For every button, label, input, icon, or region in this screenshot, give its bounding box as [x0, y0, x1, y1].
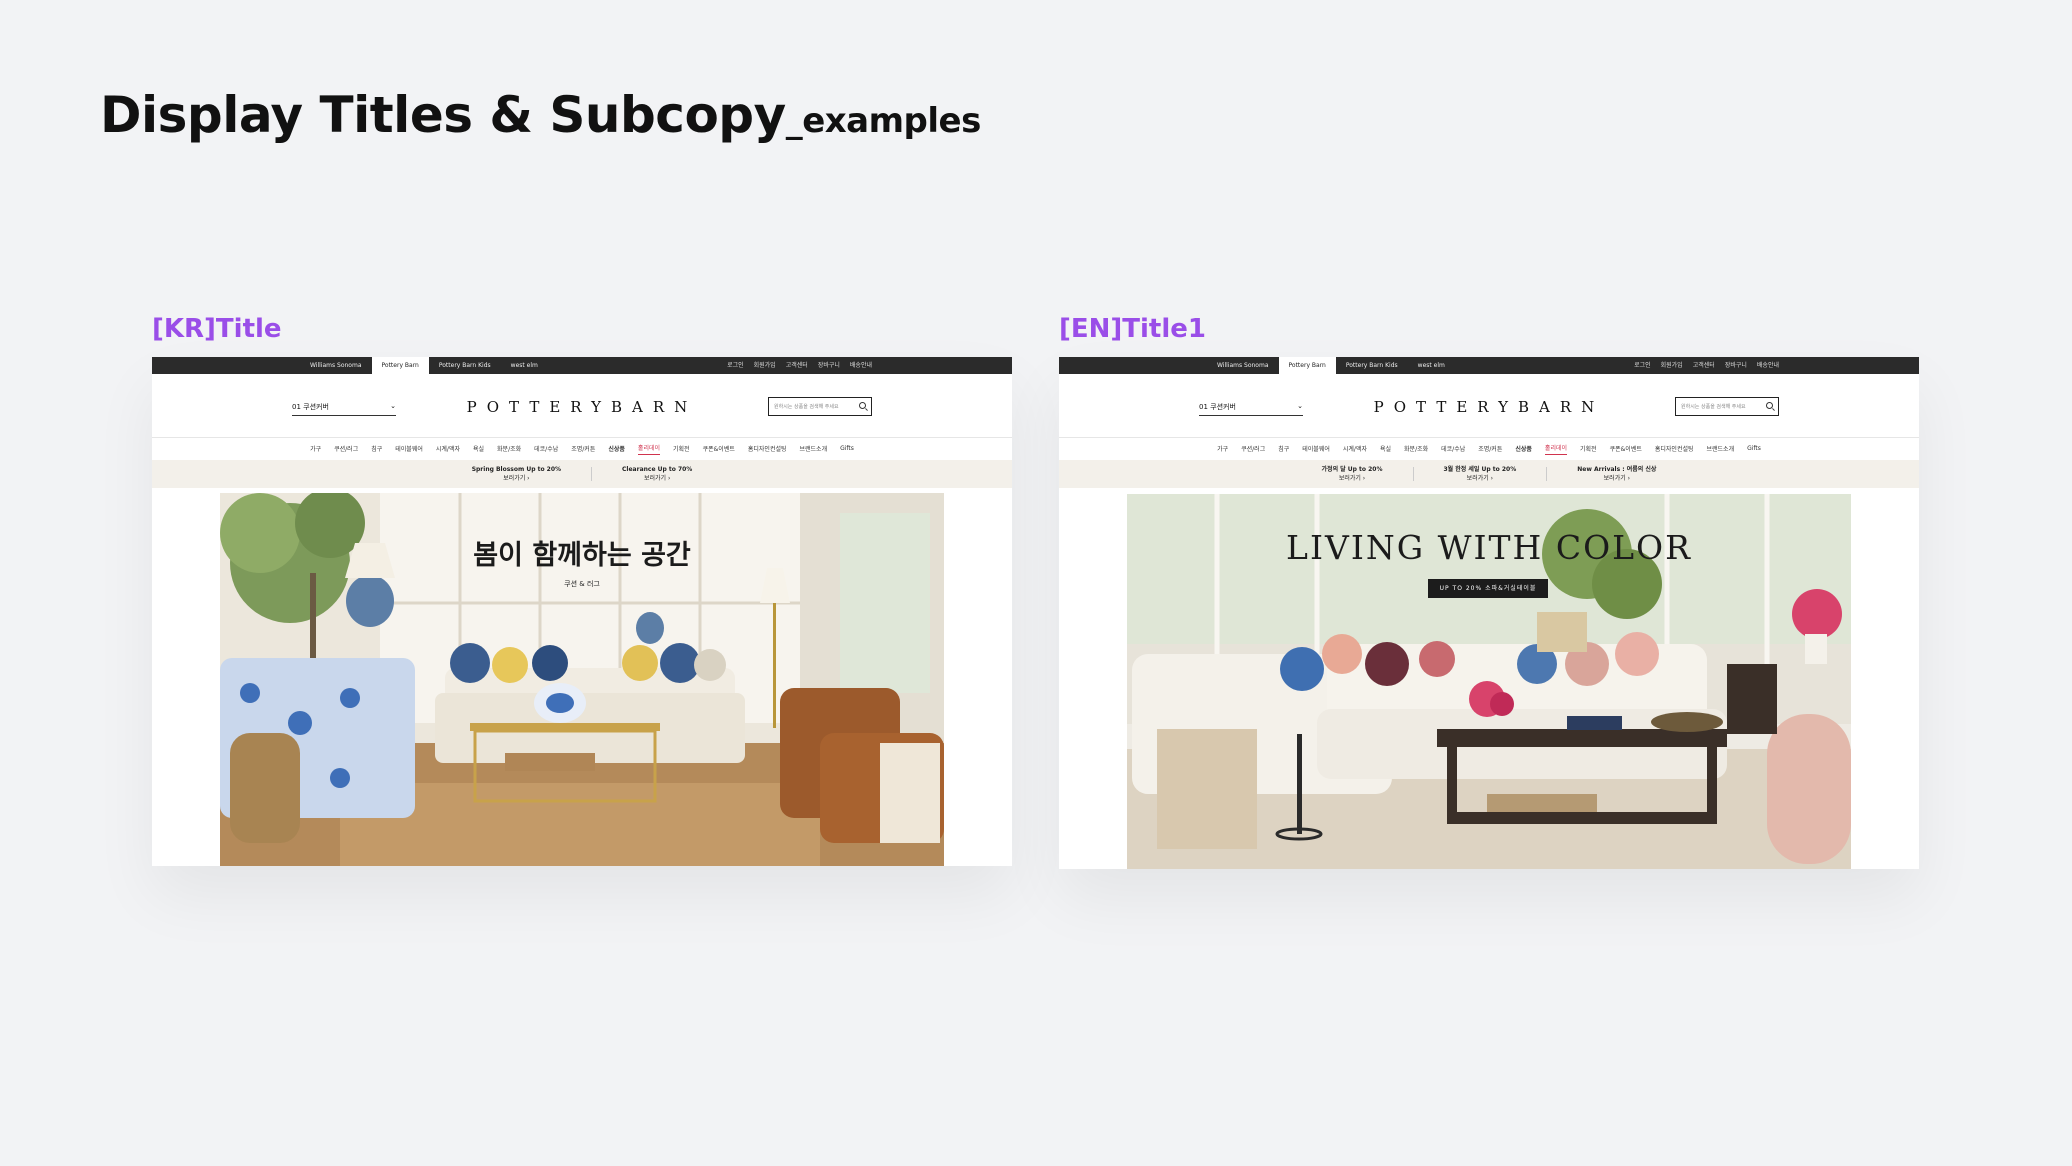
website-mockup-en: Williams Sonoma Pottery Barn Pottery Bar…	[1059, 357, 1919, 869]
nav-item[interactable]: 신상품	[608, 444, 625, 455]
nav-item-active[interactable]: 홀리데이	[1544, 443, 1568, 455]
nav-item[interactable]: 데코/수납	[534, 444, 558, 455]
nav-item[interactable]: 욕실	[473, 444, 484, 455]
hero-title: 봄이 함께하는 공간	[473, 540, 691, 571]
nav-item[interactable]: 기획전	[673, 444, 690, 455]
nav-item[interactable]: 화분/조화	[1404, 444, 1428, 455]
hero-banner[interactable]: 봄이 함께하는 공간 쿠션 & 러그	[220, 493, 944, 866]
main-nav: 가구 쿠션/러그 침구 테이블웨어 시계/액자 욕실 화분/조화 데코/수납 조…	[152, 438, 1012, 460]
nav-item[interactable]: 시계/액자	[1343, 444, 1367, 455]
nav-item[interactable]: 기획전	[1580, 444, 1597, 455]
promo-title: Clearance Up to 70%	[622, 466, 693, 473]
promo-link[interactable]: 보러가기 ›	[1467, 475, 1493, 482]
shipping-info-link[interactable]: 배송안내	[850, 357, 872, 374]
brand-tab-pottery-barn[interactable]: Pottery Barn	[1278, 357, 1336, 374]
brand-tab-pottery-barn[interactable]: Pottery Barn	[371, 357, 429, 374]
search-icon[interactable]	[859, 402, 866, 409]
cart-link[interactable]: 장바구니	[818, 357, 840, 374]
search-input[interactable]: 원하시는 상품을 검색해 주세요	[768, 397, 872, 416]
promo-item[interactable]: New Arrivals : 여름의 신상보러가기 ›	[1577, 465, 1656, 483]
promo-divider	[591, 467, 593, 481]
brand-tab-williams-sonoma[interactable]: Williams Sonoma	[300, 357, 372, 374]
nav-item[interactable]: 쿠션/러그	[1241, 444, 1265, 455]
customer-center-link[interactable]: 고객센터	[1693, 357, 1715, 374]
brand-tab-west-elm[interactable]: west elm	[501, 357, 548, 374]
nav-item[interactable]: 시계/액자	[436, 444, 460, 455]
promo-title: 3월 한정 세일 Up to 20%	[1443, 466, 1517, 473]
nav-item[interactable]: 브랜드소개	[1707, 444, 1735, 455]
promo-divider	[1546, 467, 1548, 481]
nav-item[interactable]: 테이블웨어	[395, 444, 423, 455]
website-mockup-kr: Williams Sonoma Pottery Barn Pottery Bar…	[152, 357, 1012, 866]
promo-item[interactable]: 가정의 달 Up to 20% 보러가기 ›	[1322, 465, 1383, 483]
brand-topbar: Williams Sonoma Pottery Barn Pottery Bar…	[152, 357, 1012, 374]
promo-item[interactable]: Clearance Up to 70% 보러가기 ›	[622, 465, 692, 483]
nav-item[interactable]: 테이블웨어	[1302, 444, 1330, 455]
search-placeholder: 원하시는 상품을 검색해 주세요	[774, 404, 839, 410]
panel-label-en: [EN]Title1	[1059, 314, 1206, 344]
site-header: 01 쿠션커버 ⌄ POTTERYBARN 원하시는 상품을 검색해 주세요	[152, 374, 1012, 438]
promo-link[interactable]: 보러가기 ›	[1604, 475, 1630, 482]
nav-item[interactable]: 쿠션/러그	[334, 444, 358, 455]
promo-link[interactable]: 보러가기 ›	[644, 475, 670, 482]
promo-link[interactable]: 보러가기 ›	[1339, 475, 1365, 482]
hero-banner[interactable]: LIVING WITH COLOR UP TO 20% 소파&거실테이블	[1127, 494, 1851, 869]
signup-link[interactable]: 회원가입	[754, 357, 776, 374]
nav-item[interactable]: 쿠폰&이벤트	[1610, 444, 1642, 455]
promo-item[interactable]: 3월 한정 세일 Up to 20% 보러가기 ›	[1444, 465, 1517, 483]
panel-label-kr: [KR]Title	[152, 314, 282, 344]
customer-center-link[interactable]: 고객센터	[786, 357, 808, 374]
promo-title: 가정의 달 Up to 20%	[1321, 466, 1383, 473]
nav-item[interactable]: 조명/커튼	[1478, 444, 1502, 455]
brand-tab-pottery-barn-kids[interactable]: Pottery Barn Kids	[1336, 357, 1408, 374]
cart-link[interactable]: 장바구니	[1725, 357, 1747, 374]
nav-item[interactable]: Gifts	[1747, 445, 1761, 454]
site-header: 01 쿠션커버 ⌄ POTTERYBARN 원하시는 상품을 검색해 주세요	[1059, 374, 1919, 438]
login-link[interactable]: 로그인	[1634, 357, 1651, 374]
signup-link[interactable]: 회원가입	[1661, 357, 1683, 374]
brand-topbar: Williams Sonoma Pottery Barn Pottery Bar…	[1059, 357, 1919, 374]
nav-item[interactable]: 화분/조화	[497, 444, 521, 455]
nav-item[interactable]: 가구	[310, 444, 321, 455]
nav-item-active[interactable]: 홀리데이	[637, 443, 661, 455]
brand-tab-west-elm[interactable]: west elm	[1408, 357, 1455, 374]
site-logo[interactable]: POTTERYBARN	[1059, 398, 1919, 416]
brand-tab-pottery-barn-kids[interactable]: Pottery Barn Kids	[429, 357, 501, 374]
nav-item[interactable]: 홈디자인컨설팅	[1655, 444, 1694, 455]
hero-cta-button[interactable]: UP TO 20% 소파&거실테이블	[1428, 579, 1548, 598]
nav-item[interactable]: 신상품	[1515, 444, 1532, 455]
nav-item[interactable]: 침구	[1278, 444, 1289, 455]
main-nav: 가구 쿠션/러그 침구 테이블웨어 시계/액자 욕실 화분/조화 데코/수납 조…	[1059, 438, 1919, 460]
promo-bar: Spring Blossom Up to 20% 보러가기 › Clearance…	[152, 460, 1012, 488]
nav-item[interactable]: 침구	[371, 444, 382, 455]
brand-tab-williams-sonoma[interactable]: Williams Sonoma	[1207, 357, 1279, 374]
nav-item[interactable]: 조명/커튼	[571, 444, 595, 455]
site-logo[interactable]: POTTERYBARN	[152, 398, 1012, 416]
nav-item[interactable]: 데코/수납	[1441, 444, 1465, 455]
nav-item[interactable]: 가구	[1217, 444, 1228, 455]
promo-title: New Arrivals : 여름의 신상	[1577, 466, 1657, 473]
promo-title: Spring Blossom Up to 20%	[471, 466, 562, 473]
page-title: Display Titles & Subcopy_examples	[100, 86, 981, 144]
shipping-info-link[interactable]: 배송안내	[1757, 357, 1779, 374]
promo-item[interactable]: Spring Blossom Up to 20% 보러가기 ›	[472, 465, 561, 483]
nav-item[interactable]: 욕실	[1380, 444, 1391, 455]
page-title-main: Display Titles & Subcopy	[100, 86, 786, 144]
hero-subtitle[interactable]: 쿠션 & 러그	[220, 579, 944, 589]
hero-title: LIVING WITH COLOR	[1286, 528, 1692, 567]
search-placeholder: 원하시는 상품을 검색해 주세요	[1681, 404, 1746, 410]
nav-item[interactable]: Gifts	[840, 445, 854, 454]
promo-link[interactable]: 보러가기 ›	[503, 475, 529, 482]
nav-item[interactable]: 홈디자인컨설팅	[748, 444, 787, 455]
promo-divider	[1412, 467, 1414, 481]
nav-item[interactable]: 브랜드소개	[800, 444, 828, 455]
nav-item[interactable]: 쿠폰&이벤트	[703, 444, 735, 455]
page-title-suffix: _examples	[785, 101, 982, 141]
promo-bar: 가정의 달 Up to 20% 보러가기 › 3월 한정 세일 Up to 20%…	[1059, 460, 1919, 488]
search-input[interactable]: 원하시는 상품을 검색해 주세요	[1675, 397, 1779, 416]
search-icon[interactable]	[1766, 402, 1773, 409]
login-link[interactable]: 로그인	[727, 357, 744, 374]
